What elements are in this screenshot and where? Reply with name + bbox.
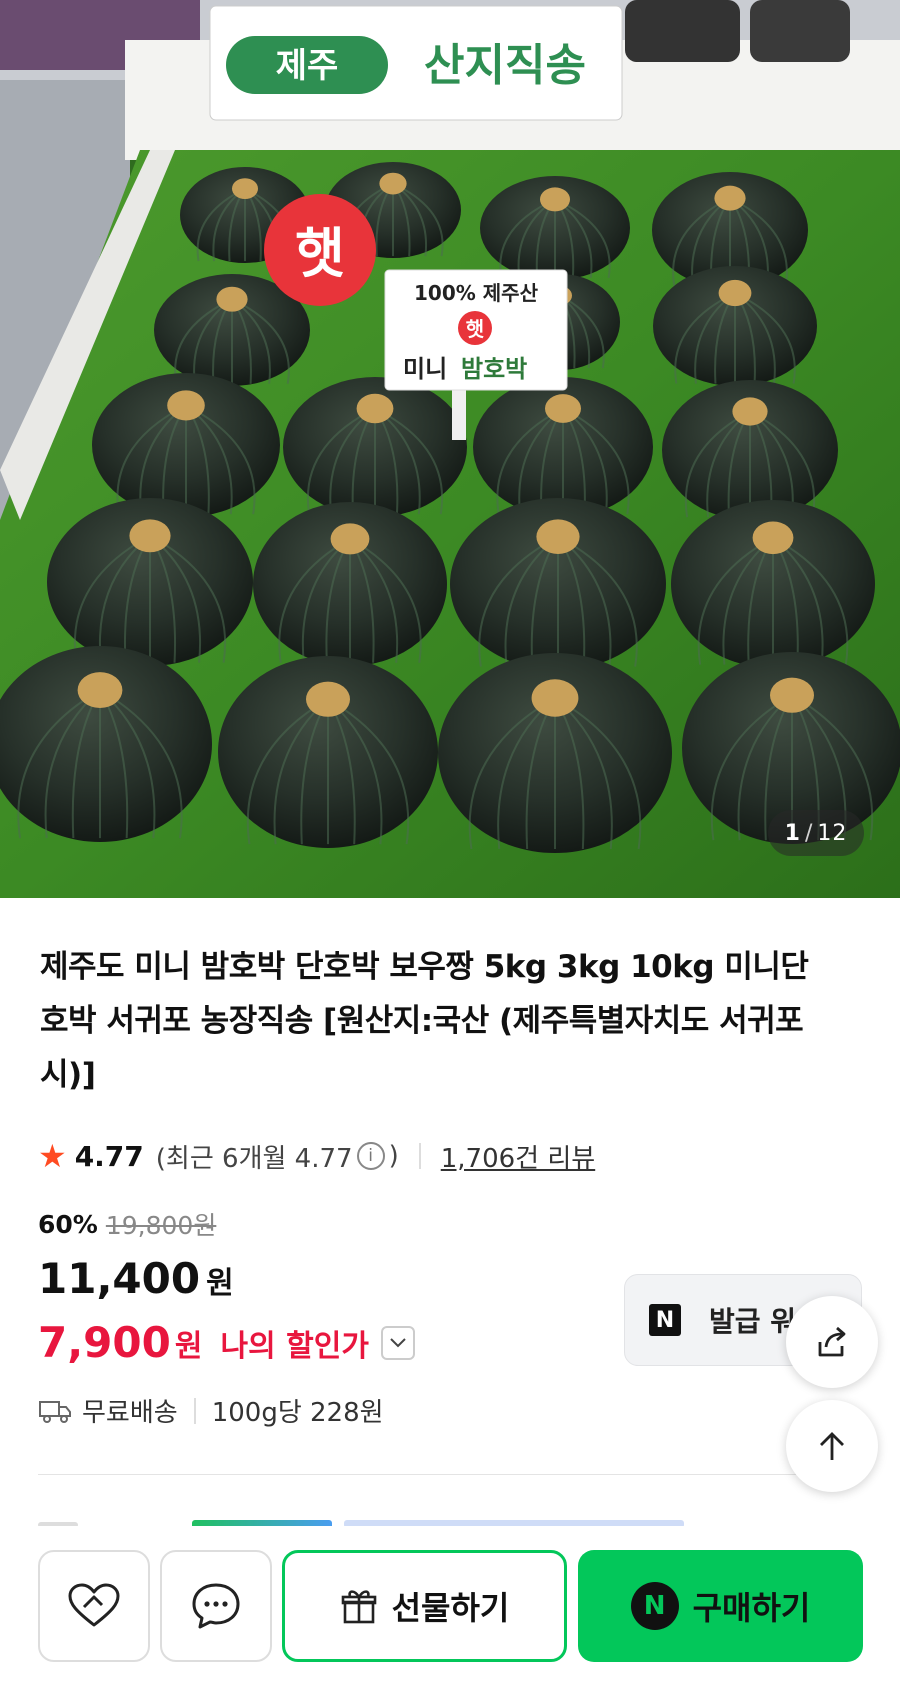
discount-rate: 60% [38, 1209, 98, 1239]
buy-button[interactable]: N 구매하기 [578, 1550, 863, 1662]
reviews-link[interactable]: 1,706건 리뷰 [441, 1138, 595, 1175]
bottom-action-bar: 선물하기 N 구매하기 [0, 1526, 900, 1682]
pumpkin [92, 373, 280, 517]
card-badge: 햇 [466, 317, 484, 341]
pumpkin [653, 266, 817, 386]
counter-current: 1 [784, 820, 801, 846]
pumpkin [671, 500, 875, 668]
shipping-label: 무료배송 [82, 1398, 178, 1428]
original-price: 19,800원 [105, 1211, 217, 1240]
pumpkin [473, 377, 653, 517]
unit-price: 100g당 228원 [211, 1398, 384, 1428]
scroll-top-button[interactable] [786, 1400, 878, 1492]
sign-main: 산지직송 [424, 40, 586, 91]
pumpkin [662, 380, 838, 520]
inquiry-button[interactable] [160, 1550, 272, 1662]
fresh-badge: 햇 [295, 222, 345, 285]
rating-row: ★ 4.77 (최근 6개월 4.77 i ) 1,706건 리뷰 [38, 1136, 595, 1176]
gift-icon [340, 1587, 378, 1625]
pumpkin [283, 377, 467, 517]
image-counter: 1 / 12 [768, 810, 864, 856]
gift-button[interactable]: 선물하기 [282, 1550, 567, 1662]
truck-icon [39, 1400, 71, 1423]
naver-pay-icon: N [630, 1582, 679, 1630]
my-price-label: 나의 할인가 [220, 1328, 369, 1364]
divider [38, 1474, 830, 1475]
pumpkin [47, 498, 253, 666]
pumpkin [253, 502, 447, 666]
sign-region: 제주 [276, 46, 339, 86]
share-button[interactable] [786, 1296, 878, 1388]
coupon-label: 발급 워 [709, 1305, 797, 1338]
chat-icon [192, 1583, 240, 1629]
gift-label: 선물하기 [391, 1589, 510, 1627]
product-photo: 제주 산지직송 햇 100% 제주산 햇 미니 밤호박 [0, 0, 900, 898]
pumpkin [480, 176, 630, 280]
star-icon: ★ [38, 1137, 67, 1175]
shipping-row: 무료배송 100g당 228원 [38, 1392, 384, 1429]
arrow-up-icon [820, 1432, 844, 1460]
product-image[interactable]: 제주 산지직송 햇 100% 제주산 햇 미니 밤호박 1 / 12 [0, 0, 900, 898]
pumpkin [218, 656, 438, 848]
card-line2b: 밤호박 [461, 355, 527, 383]
sale-price-amount: 11,400 [38, 1254, 201, 1303]
info-icon[interactable]: i [356, 1142, 385, 1170]
my-discount-price[interactable]: 7,900 원 나의 할인가 [38, 1318, 415, 1367]
counter-separator: / [804, 820, 814, 846]
rating-value: 4.77 [74, 1139, 144, 1173]
sale-price-unit: 원 [206, 1266, 234, 1301]
buy-label: 구매하기 [692, 1589, 811, 1627]
recent-rating-close: ) [388, 1141, 399, 1171]
chevron-down-icon[interactable] [380, 1325, 415, 1360]
divider [193, 1397, 196, 1424]
counter-total: 12 [817, 820, 848, 846]
share-icon [818, 1326, 846, 1357]
my-price-amount: 7,900 [38, 1318, 171, 1367]
recent-rating: (최근 6개월 4.77 [155, 1143, 353, 1174]
pumpkin [438, 653, 672, 853]
my-price-unit: 원 [174, 1328, 203, 1364]
naver-n-icon: N [649, 1304, 681, 1336]
card-line2a: 미니 [403, 355, 447, 383]
sale-price: 11,400 원 [38, 1254, 234, 1303]
pumpkin [450, 498, 666, 670]
divider [418, 1143, 421, 1169]
product-title: 제주도 미니 밤호박 단호박 보우짱 5kg 3kg 10kg 미니단호박 서귀… [40, 949, 809, 1093]
heart-icon [68, 1583, 120, 1627]
discount-row: 60% 19,800원 [38, 1206, 216, 1242]
card-line1: 100% 제주산 [414, 281, 539, 305]
wishlist-button[interactable] [38, 1550, 150, 1662]
